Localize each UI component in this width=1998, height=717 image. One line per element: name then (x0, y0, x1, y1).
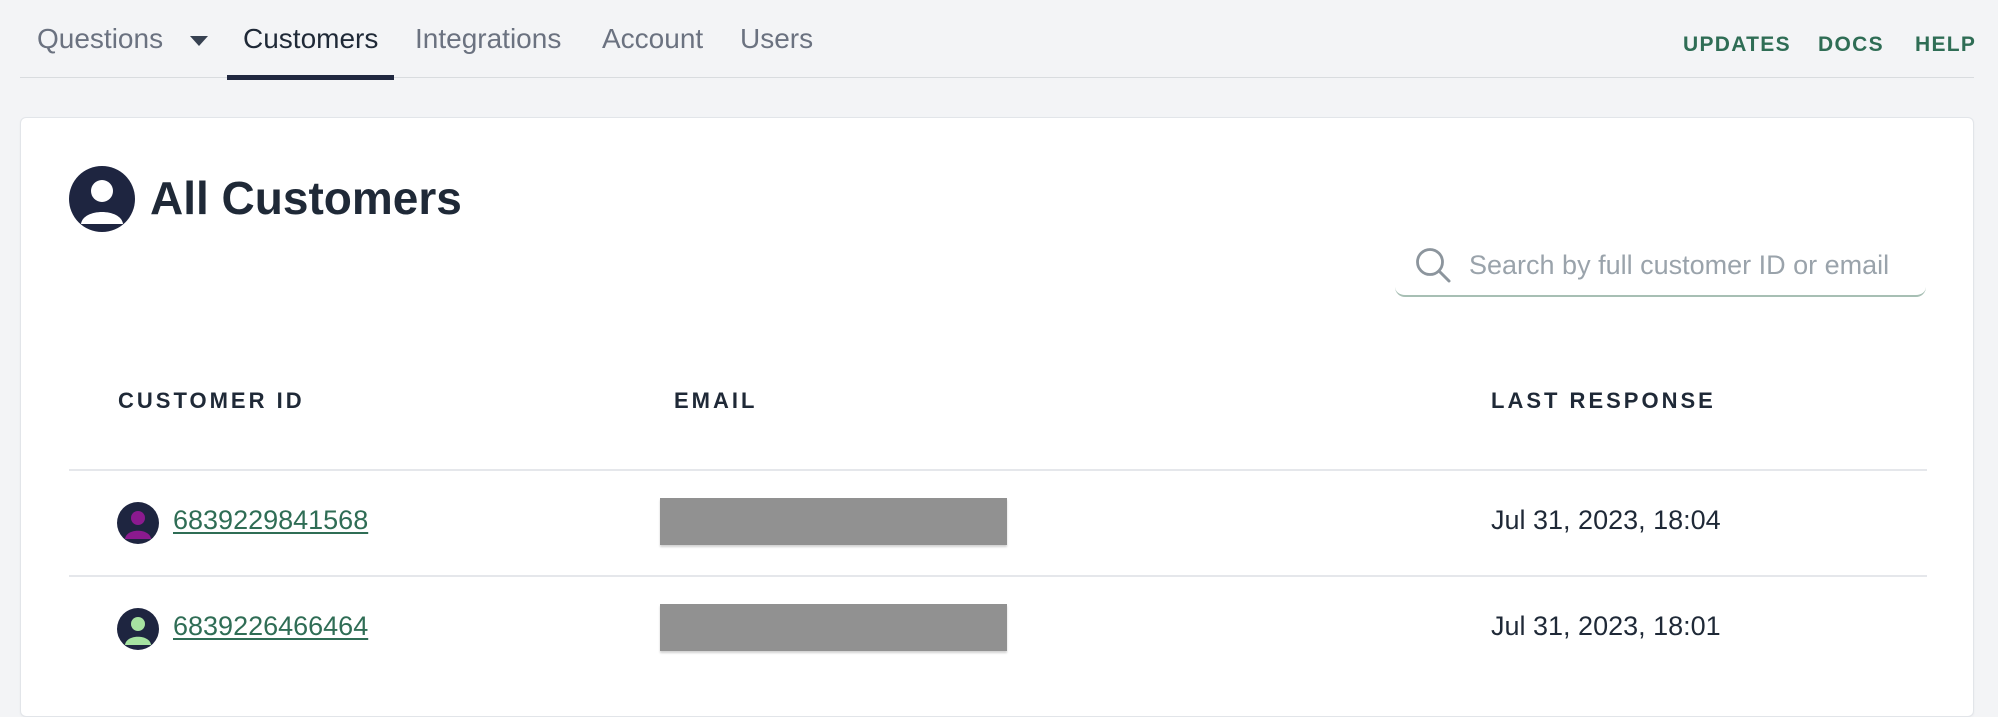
tab-questions[interactable]: Questions (37, 0, 163, 78)
search-icon (1416, 248, 1451, 283)
customer-avatar-icon (117, 502, 159, 544)
customer-avatar-icon (117, 608, 159, 650)
user-avatar-icon (69, 166, 135, 232)
search-input[interactable] (1469, 243, 1909, 287)
email-redacted (660, 498, 1007, 545)
tab-integrations[interactable]: Integrations (415, 0, 561, 78)
tab-customers-label: Customers (243, 23, 379, 54)
table-divider (69, 575, 1927, 577)
last-response: Jul 31, 2023, 18:01 (1491, 611, 1721, 641)
top-nav: Questions Customers Integrations Account… (20, 0, 1975, 80)
tab-account[interactable]: Account (602, 0, 703, 78)
active-tab-indicator (227, 75, 395, 80)
search-box (1395, 235, 1926, 297)
email-redacted (660, 604, 1007, 651)
chevron-down-icon[interactable] (190, 36, 208, 46)
last-response: Jul 31, 2023, 18:04 (1491, 505, 1721, 535)
page-title: All Customers (150, 172, 462, 224)
customer-id-link[interactable]: 6839229841568 (173, 505, 368, 536)
table-divider (69, 469, 1927, 471)
tab-customers[interactable]: Customers (227, 0, 395, 80)
column-header-email: EMAIL (674, 388, 758, 413)
docs-link[interactable]: DOCS (1818, 0, 1884, 90)
customers-card: All Customers CUSTOMER ID EMAIL LAST RES… (20, 117, 1974, 717)
column-header-last-response: LAST RESPONSE (1491, 388, 1716, 413)
tab-users[interactable]: Users (740, 0, 813, 78)
help-link[interactable]: HELP (1915, 0, 1976, 90)
column-header-customer-id: CUSTOMER ID (118, 388, 305, 413)
customer-id-link[interactable]: 6839226466464 (173, 611, 368, 642)
updates-link[interactable]: UPDATES (1683, 0, 1791, 90)
